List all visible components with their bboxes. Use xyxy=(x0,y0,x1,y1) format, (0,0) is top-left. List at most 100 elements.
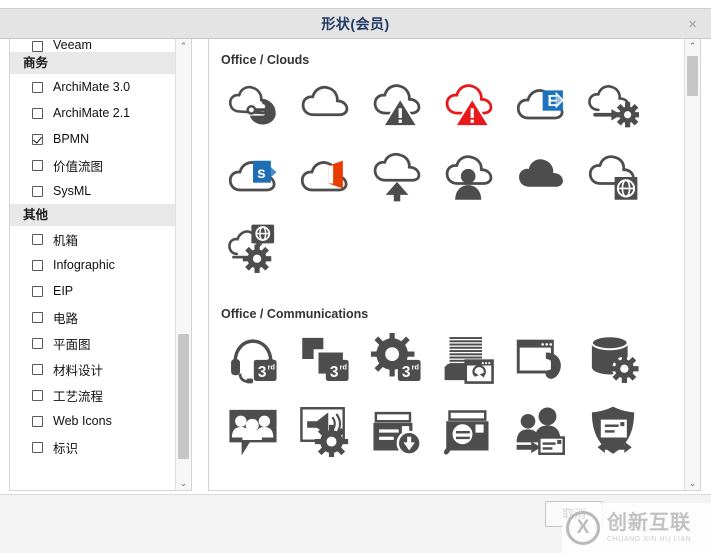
user-mail-transfer-icon[interactable] xyxy=(505,395,577,467)
sidebar-scroll-up-icon[interactable]: ⌃ xyxy=(176,39,191,54)
sidebar-item-label: 平面图 xyxy=(53,337,91,352)
checkbox-icon[interactable] xyxy=(32,159,43,171)
content-scrollbar[interactable]: ⌃ ⌄ xyxy=(684,39,700,490)
cloud-office-icon[interactable] xyxy=(289,141,361,213)
sidebar-group-header: 其他 xyxy=(10,204,176,226)
dialog-titlebar: 形状(会员) × xyxy=(0,8,711,39)
svg-text:3: 3 xyxy=(330,364,339,381)
sidebar-item-label: Infographic xyxy=(53,258,115,272)
checkbox-icon[interactable] xyxy=(32,415,43,427)
sidebar-scroll-thumb[interactable] xyxy=(178,334,189,459)
blocks-3rd-party-icon[interactable]: 3rd xyxy=(289,323,361,395)
gear-3rd-party-icon[interactable]: 3rd xyxy=(361,323,433,395)
content-scroll-thumb[interactable] xyxy=(687,56,698,96)
sidebar-item-label: Veeam xyxy=(53,39,92,52)
sidebar-item-label: 工艺流程 xyxy=(53,389,104,404)
cloud-outline-icon[interactable] xyxy=(289,69,361,141)
dialog-footer xyxy=(0,494,711,553)
sidebar-list[interactable]: Veeam 商务 ArchiMate 3.0 ArchiMate 2.1 BPMN 价值流… xyxy=(10,39,176,490)
dialog-body: Veeam 商务 ArchiMate 3.0 ArchiMate 2.1 BPMN 价值流… xyxy=(0,39,711,494)
checkbox-icon[interactable] xyxy=(32,441,43,453)
cloud-globe-icon[interactable] xyxy=(577,141,649,213)
shape-preview-panel: Office / Clouds Es Office / Communications… xyxy=(208,39,701,491)
sidebar-group-header: 商务 xyxy=(10,52,176,74)
sidebar-item-eip[interactable]: EIP xyxy=(10,278,176,304)
sidebar-item-label: 材料设计 xyxy=(53,363,104,378)
svg-text:3: 3 xyxy=(402,364,411,381)
dialog-title: 形状(会员) xyxy=(321,16,390,32)
cloud-connect-icon[interactable] xyxy=(217,69,289,141)
checkbox-icon[interactable] xyxy=(32,337,43,349)
section-title: Office / Clouds xyxy=(221,53,310,67)
sidebar-item-label: EIP xyxy=(53,284,74,298)
content-scroll-up-icon[interactable]: ⌃ xyxy=(685,39,700,54)
svg-text:rd: rd xyxy=(340,363,347,372)
sidebar-item-[interactable]: 标识 xyxy=(10,434,176,460)
sidebar-item-bpmn[interactable]: BPMN xyxy=(10,126,176,152)
checkbox-icon[interactable] xyxy=(32,185,43,197)
group-chat-icon[interactable] xyxy=(217,395,289,467)
sidebar-item-label: ArchiMate 2.1 xyxy=(53,106,131,120)
cloud-arrow-gear-icon[interactable] xyxy=(577,69,649,141)
cloud-alert-red-icon[interactable] xyxy=(433,69,505,141)
checkbox-icon[interactable] xyxy=(32,81,43,93)
content-scroll-down-icon[interactable]: ⌄ xyxy=(685,476,700,490)
sidebar-item-archimate-3-0[interactable]: ArchiMate 3.0 xyxy=(10,74,176,100)
sidebar-item-label: 机箱 xyxy=(53,233,79,248)
shield-mail-exchange-icon[interactable] xyxy=(577,395,649,467)
cloud-upload-icon[interactable] xyxy=(361,141,433,213)
footer-action-button[interactable]: 取消 xyxy=(545,501,603,527)
svg-text:s: s xyxy=(257,165,266,182)
cloud-globe-gear-icon[interactable] xyxy=(217,213,289,285)
checkbox-icon[interactable] xyxy=(32,389,43,401)
sidebar-scrollbar[interactable]: ⌃ ⌄ xyxy=(175,39,191,490)
icon-grid: Es xyxy=(209,69,685,285)
sidebar-scroll-down-icon[interactable]: ⌄ xyxy=(176,476,191,490)
checkbox-icon[interactable] xyxy=(32,233,43,245)
svg-text:rd: rd xyxy=(268,363,275,372)
mail-download-icon[interactable] xyxy=(361,395,433,467)
checkbox-icon[interactable] xyxy=(32,285,43,297)
sidebar-item-archimate-2-1[interactable]: ArchiMate 2.1 xyxy=(10,100,176,126)
window-phone-icon[interactable] xyxy=(505,323,577,395)
sidebar-item-infographic[interactable]: Infographic xyxy=(10,252,176,278)
checkbox-icon[interactable] xyxy=(32,133,43,145)
sidebar-item-veeam[interactable]: Veeam xyxy=(10,39,176,52)
sidebar-item-sysml[interactable]: SysML xyxy=(10,178,176,204)
sidebar-item-[interactable]: 材料设计 xyxy=(10,356,176,382)
svg-text:3: 3 xyxy=(258,364,267,381)
checkbox-icon[interactable] xyxy=(32,363,43,375)
sidebar-item-[interactable]: 价值流图 xyxy=(10,152,176,178)
sidebar-item-label: 电路 xyxy=(53,311,79,326)
cloud-warning-icon[interactable] xyxy=(361,69,433,141)
announcement-settings-icon[interactable] xyxy=(289,395,361,467)
checkbox-icon[interactable] xyxy=(32,107,43,119)
sidebar-item-label: 标识 xyxy=(53,441,79,456)
sidebar-item-[interactable]: 平面图 xyxy=(10,330,176,356)
sidebar-item-label: BPMN xyxy=(53,132,90,146)
shapes-dialog: 形状(会员) × Veeam 商务 ArchiMate 3.0 ArchiMate 2… xyxy=(0,0,711,553)
documents-sync-window-icon[interactable] xyxy=(433,323,505,395)
checkbox-icon[interactable] xyxy=(32,311,43,323)
cloud-exchange-icon[interactable]: E xyxy=(505,69,577,141)
section-title: Office / Communications xyxy=(221,307,369,321)
sidebar-item-web-icons[interactable]: Web Icons xyxy=(10,408,176,434)
sidebar-item-label: Web Icons xyxy=(53,414,112,428)
svg-text:rd: rd xyxy=(412,363,419,372)
sidebar-item-[interactable]: 电路 xyxy=(10,304,176,330)
shape-sections: Office / Clouds Es Office / Communications… xyxy=(209,39,685,490)
sidebar-item-[interactable]: 机箱 xyxy=(10,226,176,252)
sidebar-item-[interactable]: 工艺流程 xyxy=(10,382,176,408)
checkbox-icon[interactable] xyxy=(32,259,43,271)
icon-grid: 3rd 3rd 3rd xyxy=(209,323,685,467)
close-icon[interactable]: × xyxy=(688,9,697,40)
sidebar-item-label: 价值流图 xyxy=(53,159,104,174)
headset-3rd-party-icon[interactable]: 3rd xyxy=(217,323,289,395)
checkbox-icon[interactable] xyxy=(32,41,43,52)
cloud-user-icon[interactable] xyxy=(433,141,505,213)
cloud-sharepoint-icon[interactable]: s xyxy=(217,141,289,213)
mail-search-icon[interactable] xyxy=(433,395,505,467)
sidebar-item-label: SysML xyxy=(53,184,92,198)
cloud-solid-icon[interactable] xyxy=(505,141,577,213)
database-gear-icon[interactable] xyxy=(577,323,649,395)
